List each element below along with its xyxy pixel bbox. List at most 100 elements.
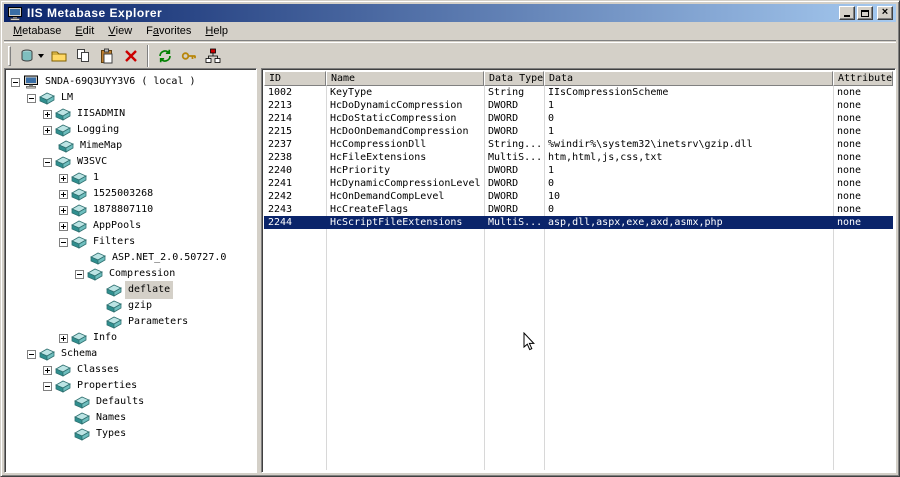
expander-minus-icon[interactable]	[43, 381, 52, 391]
cell-data: 0	[548, 113, 555, 124]
tree-item-lm[interactable]: LM	[7, 90, 254, 106]
menu-metabase[interactable]: Metabase	[6, 22, 68, 40]
table-row-2242[interactable]: 2242 HcOnDemandCompLevel DWORD 10 none	[264, 190, 893, 203]
cell-attributes: none	[837, 178, 862, 189]
table-row-1002[interactable]: 1002 KeyType String IIsCompressionScheme non…	[264, 86, 893, 99]
permissions-button[interactable]	[201, 44, 225, 68]
table-row-2215[interactable]: 2215 HcDoOnDemandCompression DWORD 1 none	[264, 125, 893, 138]
cell-attributes: none	[837, 139, 862, 150]
paste-button[interactable]	[95, 44, 119, 68]
expander-minus-icon[interactable]	[59, 237, 68, 247]
connect-button[interactable]	[16, 44, 47, 68]
tree-item-info[interactable]: Info	[7, 330, 254, 346]
column-header-attributes[interactable]: Attributes	[833, 71, 893, 86]
refresh-button[interactable]	[153, 44, 177, 68]
metabase-key-icon	[39, 347, 55, 361]
metabase-key-icon	[74, 427, 90, 441]
title-bar[interactable]: IIS Metabase Explorer ×	[4, 4, 896, 22]
metabase-key-icon	[106, 299, 122, 313]
metabase-key-icon	[71, 235, 87, 249]
tree-item-filters[interactable]: Filters	[7, 234, 254, 250]
main-area: SNDA-69Q3UYY3V6 ( local ) LM IISADMIN Loggi…	[4, 68, 896, 473]
metabase-key-icon	[55, 123, 71, 137]
cell-name: KeyType	[330, 87, 373, 98]
metabase-key-icon	[74, 411, 90, 425]
tree-item-schema[interactable]: Schema	[7, 346, 254, 362]
menu-help[interactable]: Help	[198, 22, 235, 40]
table-row-2213[interactable]: 2213 HcDoDynamicCompression DWORD 1 none	[264, 99, 893, 112]
table-row-2243[interactable]: 2243 HcCreateFlags DWORD 0 none	[264, 203, 893, 216]
delete-button[interactable]	[119, 44, 143, 68]
column-header-id[interactable]: ID	[264, 71, 326, 86]
tree-item-deflate[interactable]: deflate	[7, 281, 254, 299]
cell-attributes: none	[837, 152, 862, 163]
expander-minus-icon[interactable]	[75, 269, 84, 279]
expander-plus-icon[interactable]	[43, 109, 52, 119]
tree-item-classes[interactable]: Classes	[7, 362, 254, 378]
maximize-button[interactable]	[857, 6, 873, 20]
tree-item-parameters[interactable]: Parameters	[7, 314, 254, 330]
column-header-data-type[interactable]: Data Type	[484, 71, 544, 86]
tree-item-asp-net-2-0-50727-0[interactable]: ASP.NET_2.0.50727.0	[7, 250, 254, 266]
tree-item-1525003268[interactable]: 1525003268	[7, 186, 254, 202]
tree-item-gzip[interactable]: gzip	[7, 298, 254, 314]
delete-icon	[123, 48, 139, 64]
menu-favorites[interactable]: Fa vorites	[139, 22, 198, 40]
cell-id: 2240	[268, 165, 293, 176]
expander-plus-icon[interactable]	[43, 365, 52, 375]
table-row-2238[interactable]: 2238 HcFileExtensions MultiS... htm,html,js…	[264, 151, 893, 164]
minimize-button[interactable]	[839, 6, 855, 20]
tree-item-types[interactable]: Types	[7, 426, 254, 442]
column-header-data[interactable]: Data	[544, 71, 833, 86]
menu-view[interactable]: View	[101, 22, 139, 40]
copy-button[interactable]	[71, 44, 95, 68]
expander-plus-icon[interactable]	[59, 189, 68, 199]
tree-item-compression[interactable]: Compression	[7, 266, 254, 282]
tree-item-properties[interactable]: Properties	[7, 378, 254, 394]
cell-data: 1	[548, 100, 555, 111]
toolbar-grip[interactable]	[8, 45, 11, 66]
tree-item-1[interactable]: 1	[7, 170, 254, 186]
cell-name: HcFileExtensions	[330, 152, 427, 163]
tree-item-w3svc[interactable]: W3SVC	[7, 154, 254, 170]
expander-plus-icon[interactable]	[59, 333, 68, 343]
tree-item-names[interactable]: Names	[7, 410, 254, 426]
tree-item-iisadmin[interactable]: IISADMIN	[7, 106, 254, 122]
expander-minus-icon[interactable]	[27, 349, 36, 359]
tree-item-1878807110[interactable]: 1878807110	[7, 202, 254, 218]
cell-id: 2243	[268, 204, 293, 215]
open-button[interactable]	[47, 44, 71, 68]
column-header-name[interactable]: Name	[326, 71, 484, 86]
metabase-key-icon	[58, 139, 74, 153]
tree-item-defaults[interactable]: Defaults	[7, 394, 254, 410]
cell-data: 0	[548, 204, 555, 215]
table-row-2240[interactable]: 2240 HcPriority DWORD 1 none	[264, 164, 893, 177]
cell-name: HcCompressionDll	[330, 139, 427, 150]
expander-plus-icon[interactable]	[59, 173, 68, 183]
expander-minus-icon[interactable]	[27, 93, 36, 103]
tree-item-logging[interactable]: Logging	[7, 122, 254, 138]
table-row-2244[interactable]: 2244 HcScriptFileExtensions MultiS... asp,d…	[264, 216, 893, 229]
expander-minus-icon[interactable]	[11, 77, 20, 87]
cell-name: HcDoOnDemandCompression	[330, 126, 469, 137]
cell-id: 2237	[268, 139, 293, 150]
tree-item-apppools[interactable]: AppPools	[7, 218, 254, 234]
window-controls: ×	[839, 6, 893, 20]
table-row-2214[interactable]: 2214 HcDoStaticCompression DWORD 0 none	[264, 112, 893, 125]
table-row-2237[interactable]: 2237 HcCompressionDll String... %windir%\sy…	[264, 138, 893, 151]
cell-id: 2244	[268, 217, 293, 228]
close-button[interactable]: ×	[877, 6, 893, 20]
expander-plus-icon[interactable]	[59, 221, 68, 231]
cell-name: HcDoDynamicCompression	[330, 100, 463, 111]
tree-item-snda-69q3uyy3v6-local[interactable]: SNDA-69Q3UYY3V6 ( local )	[7, 74, 254, 90]
expander-minus-icon[interactable]	[43, 157, 52, 167]
cell-data: IIsCompressionScheme	[548, 87, 669, 98]
metabase-key-icon	[55, 107, 71, 121]
expander-plus-icon[interactable]	[43, 125, 52, 135]
security-button[interactable]	[177, 44, 201, 68]
menu-edit[interactable]: Edit	[68, 22, 101, 40]
table-row-2241[interactable]: 2241 HcDynamicCompressionLevel DWORD 0 none	[264, 177, 893, 190]
expander-plus-icon[interactable]	[59, 205, 68, 215]
dropdown-arrow-icon[interactable]	[38, 53, 44, 58]
tree-item-mimemap[interactable]: MimeMap	[7, 138, 254, 154]
